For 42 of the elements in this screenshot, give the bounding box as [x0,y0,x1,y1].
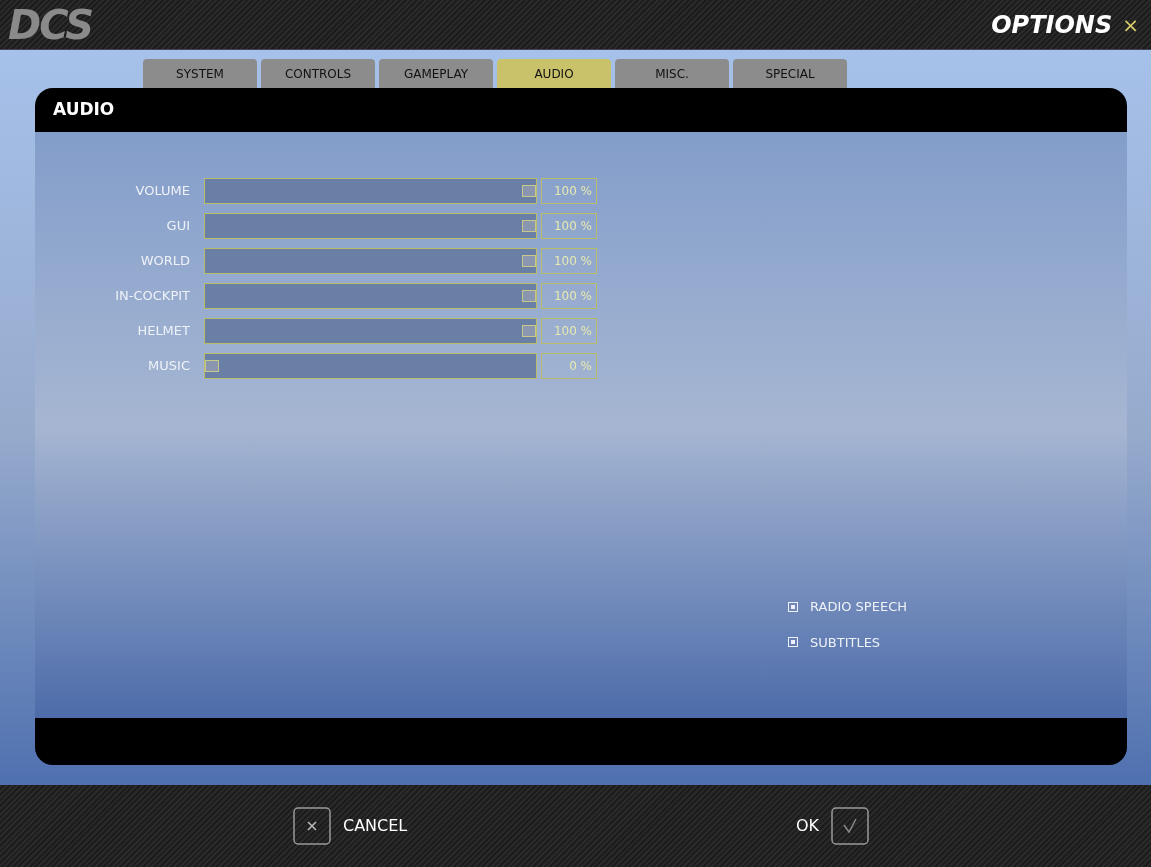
close-button[interactable]: × [1122,9,1139,40]
slider-thumb[interactable] [522,255,536,267]
slider-label: WORLD [139,252,191,271]
slider-track[interactable] [204,283,537,309]
slider-reading: 100 % [541,178,597,204]
panel-title: AUDIO [53,98,115,122]
slider-thumb[interactable] [205,360,219,372]
check-icon [831,807,869,845]
checkbox[interactable] [788,601,798,612]
slider-label: IN-COCKPIT [114,287,191,306]
slider-label: MUSIC [147,357,191,376]
cancel-button[interactable]: CANCEL [293,807,408,845]
tab[interactable]: CONTROLS [261,59,375,88]
tab[interactable]: AUDIO [497,59,611,88]
close-icon [293,807,331,845]
tab[interactable]: SPECIAL [733,59,847,88]
slider-thumb[interactable] [522,185,536,197]
tab[interactable]: SYSTEM [143,59,257,88]
slider-label: VOLUME [134,182,191,201]
logo: DCS [8,0,92,50]
slider-track[interactable] [204,318,537,344]
slider-track[interactable] [204,213,537,239]
slider-track[interactable] [204,248,537,274]
ok-button[interactable]: OK [795,807,869,845]
slider-track[interactable] [204,178,537,204]
checkbox-label: SUBTITLES [810,633,881,652]
slider-thumb[interactable] [522,325,536,337]
checkbox-label: RADIO SPEECH [810,598,907,616]
slider-thumb[interactable] [522,290,536,302]
tab[interactable]: GAMEPLAY [379,59,493,88]
slider-label: HELMET [136,322,191,341]
slider-reading: 0 % [541,353,597,379]
slider-reading: 100 % [541,318,597,344]
checkbox[interactable] [788,637,798,648]
slider-thumb[interactable] [522,220,536,232]
slider-reading: 100 % [541,283,597,309]
slider-reading: 100 % [541,248,597,274]
slider-label: GUI [165,217,191,236]
slider-reading: 100 % [541,213,597,239]
tab[interactable]: MISC. [615,59,729,88]
slider-track[interactable] [204,353,537,379]
window-title: OPTIONS [991,9,1113,41]
